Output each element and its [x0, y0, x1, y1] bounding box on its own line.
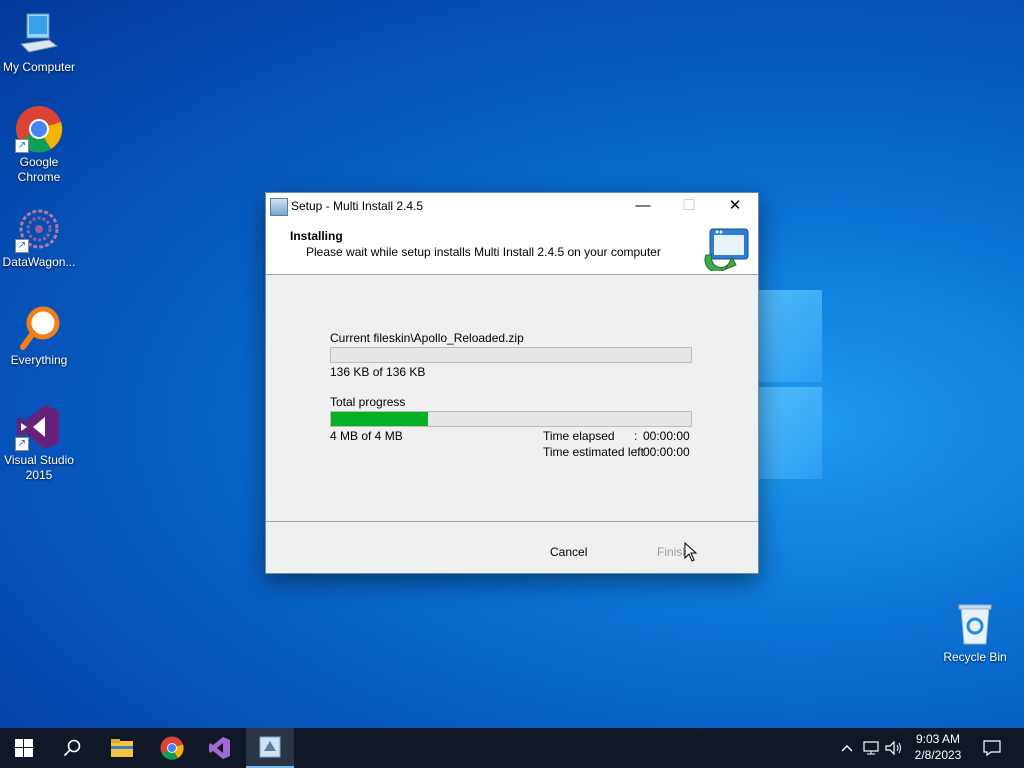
mouse-cursor-icon: [684, 542, 698, 562]
folder-icon: [111, 739, 133, 757]
total-progress-bar: [330, 411, 692, 427]
time-elapsed-value: 00:00:00: [643, 429, 690, 443]
installer-wizard-icon: [702, 225, 752, 273]
minimize-button[interactable]: —: [620, 193, 666, 221]
desktop-icon-google-chrome[interactable]: ↗ Google Chrome: [0, 105, 78, 185]
desktop-icon-my-computer[interactable]: My Computer: [0, 10, 78, 75]
windows-start-icon: [15, 739, 33, 757]
total-progress-fill: [331, 412, 429, 426]
current-file-value: skin\Apollo_Reloaded.zip: [389, 331, 524, 345]
file-progress-bar: [330, 347, 692, 363]
datawagon-icon: ↗: [15, 205, 63, 253]
taskbar-visual-studio[interactable]: [196, 728, 244, 768]
maximize-button: ☐: [682, 197, 696, 214]
shortcut-arrow-icon: ↗: [15, 139, 29, 153]
taskbar-clock[interactable]: 9:03 AM 2/8/2023: [906, 731, 970, 763]
current-file-label: Current file:: [330, 331, 393, 345]
search-icon: [63, 739, 81, 757]
dialog-title: Setup - Multi Install 2.4.5: [291, 199, 424, 213]
notification-icon[interactable]: [978, 728, 1006, 768]
recycle-bin-label: Recycle Bin: [943, 650, 1007, 664]
dialog-titlebar[interactable]: Setup - Multi Install 2.4.5 — ☐ ✕: [266, 193, 758, 221]
chrome-icon: ↗: [15, 105, 63, 153]
total-progress-label: Total progress: [330, 395, 406, 409]
visual-studio-icon: ↗: [15, 403, 63, 451]
time-estimated-value: 00:00:00: [643, 445, 690, 459]
shortcut-arrow-icon: ↗: [15, 437, 29, 451]
desktop-icon-everything[interactable]: Everything: [0, 303, 78, 368]
computer-icon: [15, 10, 63, 58]
desktop-icon-recycle-bin[interactable]: Recycle Bin: [938, 602, 1012, 664]
chrome-icon: [160, 736, 184, 760]
time-estimated-colon: :: [634, 445, 638, 459]
start-button[interactable]: [0, 728, 48, 768]
close-button[interactable]: ✕: [712, 193, 758, 221]
cancel-button[interactable]: Cancel: [544, 543, 593, 561]
taskbar-file-explorer[interactable]: [98, 728, 146, 768]
desktop-icon-label: Everything: [10, 353, 68, 367]
desktop-icon-label: My Computer: [2, 60, 76, 74]
visual-studio-icon: [209, 737, 230, 759]
taskbar: 9:03 AM 2/8/2023: [0, 728, 1024, 768]
setup-dialog: Setup - Multi Install 2.4.5 — ☐ ✕ Instal…: [265, 192, 759, 574]
recycle-bin-icon: [953, 602, 997, 646]
shortcut-arrow-icon: ↗: [15, 239, 29, 253]
windows-logo-wallpaper: [752, 290, 822, 480]
search-button[interactable]: [48, 728, 96, 768]
total-size-text: 4 MB of 4 MB: [330, 429, 403, 443]
desktop-icon-label: Google Chrome: [17, 155, 61, 184]
header-subtitle: Please wait while setup installs Multi I…: [306, 245, 661, 259]
progress-area: Current file: skin\Apollo_Reloaded.zip 1…: [266, 275, 758, 521]
desktop-icon-label: DataWagon...: [2, 255, 76, 269]
magnifier-icon: [15, 303, 63, 351]
network-icon[interactable]: [860, 728, 882, 768]
clock-date: 2/8/2023: [914, 748, 962, 762]
desktop-icon-label: Visual Studio 2015: [4, 453, 74, 482]
clock-time: 9:03 AM: [915, 732, 961, 746]
dialog-header: Installing Please wait while setup insta…: [266, 221, 758, 275]
time-elapsed-label: Time elapsed: [543, 429, 615, 443]
time-estimated-label: Time estimated left: [543, 445, 644, 459]
time-elapsed-colon: :: [634, 429, 638, 443]
desktop-icon-datawagon[interactable]: ↗ DataWagon...: [0, 205, 78, 270]
taskbar-chrome[interactable]: [148, 728, 196, 768]
setup-app-icon: [270, 198, 288, 216]
taskbar-setup[interactable]: [246, 728, 294, 768]
dialog-footer: Cancel Finish: [266, 522, 758, 573]
desktop-icon-visual-studio[interactable]: ↗ Visual Studio 2015: [0, 403, 78, 483]
chevron-up-icon[interactable]: [838, 728, 856, 768]
volume-icon[interactable]: [884, 728, 904, 768]
header-title: Installing: [290, 229, 343, 243]
file-size-text: 136 KB of 136 KB: [330, 365, 426, 379]
setup-app-icon: [259, 736, 281, 758]
